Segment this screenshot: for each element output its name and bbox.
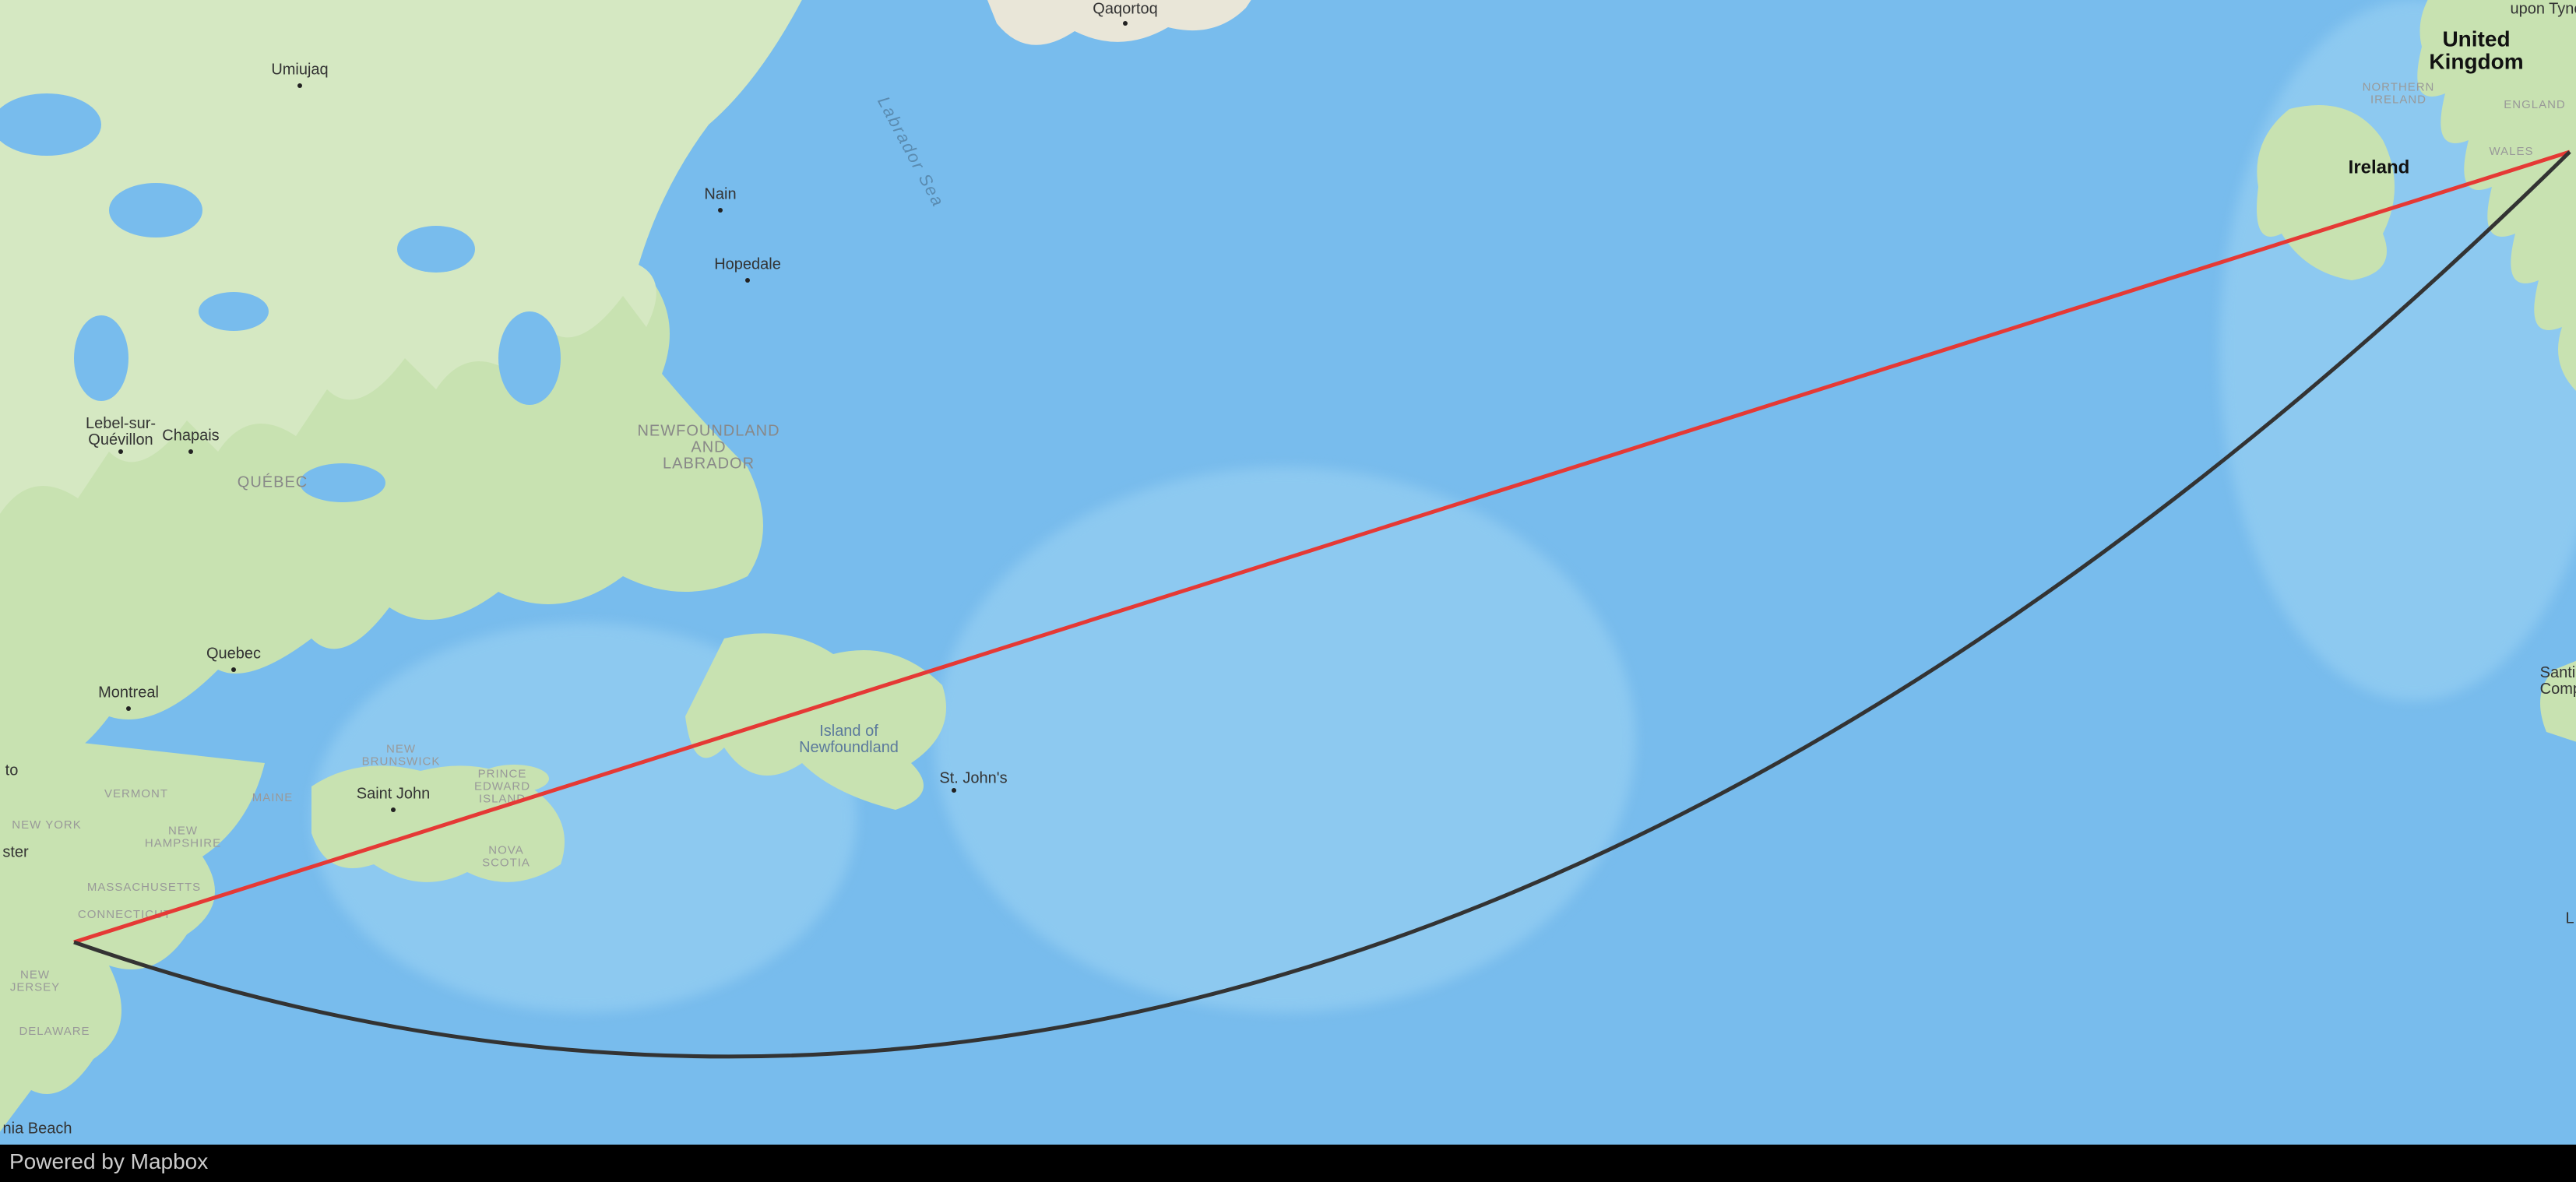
city-dot bbox=[1123, 21, 1128, 26]
region-nl: NEWFOUNDLANDANDLABRADOR bbox=[637, 424, 779, 473]
city-qaqortoq: Qaqortoq bbox=[1093, 2, 1157, 18]
city-dot bbox=[745, 278, 750, 283]
city-toronto: to bbox=[5, 763, 19, 779]
region-nb: NEWBRUNSWICK bbox=[362, 743, 441, 768]
region-ny: NEW YORK bbox=[12, 819, 81, 832]
city-tyne: upon Tyne bbox=[2510, 2, 2576, 18]
region-island-nf: Island ofNewfoundland bbox=[799, 723, 899, 756]
region-maine: MAINE bbox=[252, 792, 294, 804]
attribution-bar: Powered by Mapbox bbox=[0, 1145, 2576, 1182]
country-uk: UnitedKingdom bbox=[2429, 28, 2523, 74]
region-ni: NORTHERNIRELAND bbox=[2363, 81, 2435, 106]
map-canvas[interactable]: Labrador Sea UnitedKingdom Ireland NORTH… bbox=[0, 0, 2576, 1182]
city-stjohns: St. John's bbox=[939, 771, 1007, 787]
city-hopedale: Hopedale bbox=[714, 257, 781, 273]
city-vabeach: nia Beach bbox=[3, 1121, 72, 1138]
region-vt: VERMONT bbox=[104, 788, 168, 800]
region-england: ENGLAND bbox=[2504, 99, 2566, 111]
region-pei: PRINCEEDWARDISLAND bbox=[474, 768, 530, 804]
city-dot bbox=[297, 83, 302, 88]
city-chapais: Chapais bbox=[162, 428, 219, 445]
city-rochester: ster bbox=[2, 845, 28, 861]
attribution-text: Powered by Mapbox bbox=[9, 1149, 208, 1173]
city-umiujaq: Umiujaq bbox=[271, 62, 328, 79]
region-quebec: QUÉBEC bbox=[238, 475, 308, 491]
sea-label: Labrador Sea bbox=[875, 93, 948, 210]
city-montreal: Montreal bbox=[98, 685, 159, 702]
city-saintjohn: Saint John bbox=[357, 786, 431, 803]
city-santiago: SantiaComp bbox=[2540, 665, 2576, 698]
region-ns: NOVASCOTIA bbox=[482, 844, 530, 869]
country-ireland: Ireland bbox=[2349, 157, 2410, 177]
city-quebec: Quebec bbox=[206, 646, 261, 663]
region-ct: CONNECTICUT bbox=[78, 909, 171, 921]
city-nain: Nain bbox=[704, 187, 736, 203]
city-dot bbox=[118, 449, 123, 454]
region-nh: NEWHAMPSHIRE bbox=[145, 825, 221, 850]
city-l: L bbox=[2565, 911, 2574, 927]
ocean-shallow bbox=[934, 467, 1635, 1012]
region-ma: MASSACHUSETTS bbox=[87, 881, 201, 894]
region-wales: WALES bbox=[2490, 146, 2534, 158]
city-dot bbox=[952, 788, 956, 793]
region-de: DELAWARE bbox=[19, 1025, 90, 1038]
region-nj: NEWJERSEY bbox=[10, 969, 60, 994]
land-maritimes bbox=[296, 740, 623, 911]
city-dot bbox=[718, 208, 723, 213]
city-dot bbox=[391, 807, 396, 812]
city-lebel: Lebel-sur-Quévillon bbox=[86, 416, 156, 449]
land-ireland bbox=[2243, 93, 2414, 296]
city-dot bbox=[188, 449, 193, 454]
city-dot bbox=[126, 706, 131, 711]
city-dot bbox=[231, 667, 236, 672]
